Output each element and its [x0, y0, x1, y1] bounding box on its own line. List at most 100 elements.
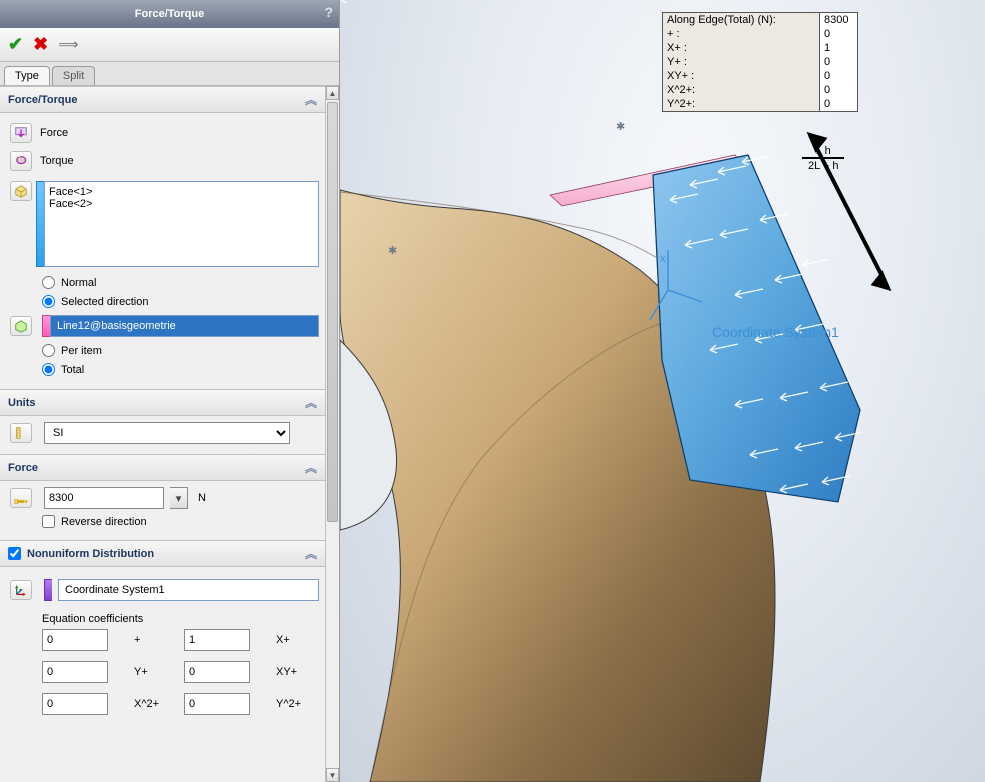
- direction-ref-input[interactable]: [50, 315, 319, 337]
- section-nonuniform-body: Equation coefficients + X+ Y+ XY+ X^2+ Y…: [0, 567, 325, 725]
- cancel-icon[interactable]: ✖: [33, 34, 48, 55]
- panel-scrollbar[interactable]: ▲ ▼: [325, 86, 339, 782]
- chevron-up-icon: ︽: [305, 545, 317, 562]
- chevron-up-icon: ︽: [305, 459, 317, 476]
- option-force[interactable]: Force: [6, 119, 319, 147]
- radio-per-item[interactable]: Per item: [6, 341, 319, 360]
- hud-key: X^2+:: [663, 83, 819, 97]
- load-hud: Along Edge(Total) (N):8300+ :0X+ :1Y+ :0…: [662, 12, 858, 112]
- option-torque-label: Torque: [40, 155, 74, 167]
- tab-split[interactable]: Split: [52, 66, 95, 85]
- section-force-header[interactable]: Force ︽: [0, 454, 325, 481]
- svg-text:✱: ✱: [616, 121, 625, 133]
- equation-coefficients-grid: + X+ Y+ XY+ X^2+ Y^2+: [6, 629, 319, 715]
- coordinate-system-input[interactable]: [58, 579, 319, 601]
- svg-text:x: x: [660, 253, 666, 265]
- hud-value: 1: [819, 41, 857, 55]
- coef-xy-input[interactable]: [184, 661, 250, 683]
- reverse-direction-input[interactable]: [42, 515, 55, 528]
- csys-selection-handle[interactable]: [44, 579, 52, 601]
- section-nonuniform-header[interactable]: Nonuniform Distribution ︽: [0, 540, 325, 567]
- radio-total-input[interactable]: [42, 363, 55, 376]
- hud-key: XY+ :: [663, 69, 819, 83]
- coef-y-label: Y+: [134, 666, 162, 678]
- hud-value: 0: [819, 69, 857, 83]
- units-select[interactable]: SI: [44, 422, 290, 444]
- torque-icon: [10, 151, 32, 171]
- hud-value: 0: [819, 97, 857, 111]
- scroll-up-icon[interactable]: ▲: [326, 86, 339, 100]
- tab-bar: Type Split: [0, 62, 339, 86]
- hud-title: Along Edge(Total) (N):: [663, 13, 819, 27]
- hud-key: + :: [663, 27, 819, 41]
- section-forcetorque-title: Force/Torque: [8, 94, 77, 106]
- radio-normal-label: Normal: [61, 277, 96, 289]
- radio-selected-direction[interactable]: Selected direction: [6, 292, 319, 311]
- help-icon[interactable]: ?: [324, 4, 333, 20]
- tab-type[interactable]: Type: [4, 66, 50, 85]
- face-selection-handle[interactable]: [36, 181, 44, 267]
- formula-numerator: L h: [802, 146, 844, 159]
- panel-title-bar: Force/Torque ?: [0, 0, 339, 28]
- force-icon: [10, 123, 32, 143]
- coef-y2-input[interactable]: [184, 693, 250, 715]
- property-panel: Force/Torque ? ✔ ✖ ⟹ Type Split Force/To…: [0, 0, 340, 782]
- direction-ref-handle[interactable]: [42, 315, 50, 337]
- coef-xy-label: XY+: [276, 666, 304, 678]
- ok-icon[interactable]: ✔: [8, 34, 23, 55]
- hud-value: 0: [819, 55, 857, 69]
- option-force-label: Force: [40, 127, 68, 139]
- force-unit-label: N: [198, 492, 206, 504]
- radio-total-label: Total: [61, 364, 84, 376]
- panel-scroll[interactable]: Force/Torque ︽ Force Torque: [0, 86, 339, 782]
- radio-selected-direction-input[interactable]: [42, 295, 55, 308]
- reverse-direction-check[interactable]: Reverse direction: [6, 509, 319, 530]
- section-forcetorque-header[interactable]: Force/Torque ︽: [0, 86, 325, 113]
- panel-title: Force/Torque: [135, 8, 204, 20]
- face-selection-icon: [10, 181, 32, 201]
- option-torque[interactable]: Torque: [6, 147, 319, 175]
- force-along-edge-icon: [10, 488, 32, 508]
- scroll-thumb[interactable]: [327, 102, 338, 522]
- units-icon: [10, 423, 32, 443]
- section-nonuniform-title: Nonuniform Distribution: [27, 548, 154, 560]
- section-units-title: Units: [8, 397, 36, 409]
- equation-coefficients-label: Equation coefficients: [6, 607, 319, 629]
- model-view[interactable]: x: [340, 0, 985, 782]
- formula-denominator: 2L + h: [802, 159, 844, 172]
- force-value-input[interactable]: [44, 487, 164, 509]
- section-force-body: ▾ N Reverse direction: [0, 481, 325, 540]
- section-units-header[interactable]: Units ︽: [0, 389, 325, 416]
- hud-value: 0: [819, 27, 857, 41]
- svg-text:✱: ✱: [388, 245, 397, 257]
- pushpin-icon[interactable]: ⟹: [58, 36, 78, 53]
- coordinate-system-label: Coordinate System1: [712, 324, 839, 340]
- coef-x-input[interactable]: [184, 629, 250, 651]
- scroll-track[interactable]: [326, 100, 339, 768]
- reverse-direction-label: Reverse direction: [61, 516, 147, 528]
- chevron-up-icon: ︽: [305, 394, 317, 411]
- radio-per-item-label: Per item: [61, 345, 102, 357]
- scroll-down-icon[interactable]: ▼: [326, 768, 339, 782]
- section-units-body: SI: [0, 416, 325, 454]
- radio-per-item-input[interactable]: [42, 344, 55, 357]
- radio-normal[interactable]: Normal: [6, 273, 319, 292]
- hud-value: 0: [819, 83, 857, 97]
- coef-y-input[interactable]: [42, 661, 108, 683]
- coordinate-system-icon: [10, 580, 32, 600]
- force-value-dropdown[interactable]: ▾: [170, 487, 188, 509]
- section-forcetorque-body: Force Torque Face<1> Face<2> Norm: [0, 113, 325, 389]
- graphics-viewport[interactable]: x: [340, 0, 985, 782]
- hud-key: Y+ :: [663, 55, 819, 69]
- coef-x2-input[interactable]: [42, 693, 108, 715]
- coef-y2-label: Y^2+: [276, 698, 304, 710]
- radio-normal-input[interactable]: [42, 276, 55, 289]
- hud-key: Y^2+:: [663, 97, 819, 111]
- section-force-title: Force: [8, 462, 38, 474]
- hud-total: 8300: [819, 13, 857, 27]
- confirm-bar: ✔ ✖ ⟹: [0, 28, 339, 62]
- nonuniform-enable-check[interactable]: [8, 547, 21, 560]
- face-selection-list[interactable]: Face<1> Face<2>: [44, 181, 319, 267]
- coef-const-input[interactable]: [42, 629, 108, 651]
- radio-total[interactable]: Total: [6, 360, 319, 379]
